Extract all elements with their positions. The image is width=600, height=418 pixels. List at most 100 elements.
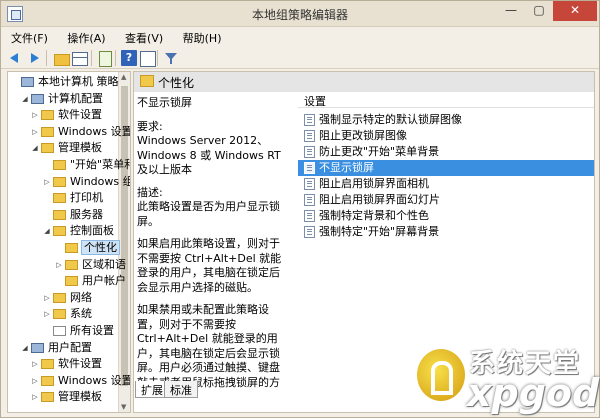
policy-setting-icon — [304, 162, 315, 174]
tree-node-label: 管理模板 — [58, 141, 102, 155]
tree-node[interactable]: ◢ 用户配置 — [20, 340, 92, 356]
site-watermark: 系统天堂 xpgod — [413, 341, 599, 417]
tree-node[interactable]: 本地计算机 策略 — [10, 74, 119, 90]
tree-node[interactable]: ▷ 网络 — [42, 290, 92, 306]
tree-node[interactable]: 个性化 — [54, 240, 120, 256]
setting-row[interactable]: 阻止启用锁屏界面幻灯片 — [298, 192, 594, 208]
tree-node[interactable]: 打印机 — [42, 190, 103, 206]
tree-expander-icon[interactable]: ▷ — [30, 356, 40, 372]
scroll-down-icon[interactable]: ▼ — [121, 403, 126, 411]
tree-expander-icon[interactable]: ▷ — [54, 257, 64, 273]
folder-icon — [41, 359, 54, 370]
disabled-explanation: 如果禁用或未配置此策略设置，则对于不需要按 Ctrl+Alt+Del 就能登录的… — [137, 303, 280, 388]
setting-row[interactable]: 防止更改"开始"菜单背景 — [298, 144, 594, 160]
computer-policy-icon — [21, 77, 34, 87]
tree-expander-icon[interactable]: ◢ — [20, 91, 30, 107]
toolbar-separator — [157, 50, 158, 66]
tree-node[interactable]: ▷ 管理模板 — [30, 389, 102, 405]
policy-setting-icon — [304, 226, 315, 238]
policy-setting-icon — [304, 210, 315, 222]
menu-bar: 文件(F) 操作(A) 查看(V) 帮助(H) — [1, 27, 599, 47]
filter-icon[interactable] — [163, 50, 179, 66]
setting-row[interactable]: 不显示锁屏 — [298, 160, 594, 176]
minimize-button[interactable]: — — [497, 1, 525, 21]
tree-node-label: 网络 — [70, 290, 92, 304]
tree-node-label: Windows 设置 — [58, 124, 131, 138]
folder-icon — [140, 75, 154, 87]
folder-icon — [53, 292, 66, 303]
folder-icon — [53, 160, 66, 170]
scroll-up-icon[interactable]: ▲ — [121, 73, 126, 81]
description-label: 描述: — [137, 185, 163, 199]
setting-row[interactable]: 强制显示特定的默认锁屏图像 — [298, 112, 594, 128]
tree-node-label: 软件设置 — [58, 108, 102, 122]
toolbar-separator — [46, 50, 47, 66]
tree-node[interactable]: ▷ 软件设置 — [30, 107, 102, 123]
help-icon[interactable]: ? — [121, 50, 137, 66]
tree-expander-icon[interactable]: ▷ — [30, 124, 40, 140]
tree-node-label: 软件设置 — [58, 357, 102, 371]
tree-node-label: Windows 组 — [70, 174, 131, 188]
tree-expander-icon[interactable]: ▷ — [42, 174, 52, 190]
up-one-level-icon[interactable] — [53, 50, 70, 66]
tree-node[interactable]: ▷ 软件设置 — [30, 356, 102, 372]
tree-expander-icon[interactable]: ◢ — [30, 140, 40, 156]
tree-expander-icon[interactable]: ▷ — [30, 389, 40, 405]
policy-tree-pane[interactable]: ▲ ▼ 本地计算机 策略 ◢ 计算机配置 ▷ 软件设置 ▷ Windows 设置 ◢ 管理模板 "… — [7, 71, 131, 413]
menu-view[interactable]: 查看(V) — [117, 27, 171, 47]
tree-expander-icon[interactable]: ▷ — [30, 373, 40, 389]
forward-arrow-icon[interactable] — [26, 50, 42, 66]
setting-row[interactable]: 阻止更改锁屏图像 — [298, 128, 594, 144]
tree-node[interactable]: 用户帐户 — [54, 273, 126, 289]
title-bar: 本地组策略编辑器 — ▢ ✕ — [1, 1, 599, 27]
description-setting-title: 不显示锁屏 — [137, 96, 192, 109]
tree-expander-icon[interactable]: ◢ — [20, 340, 30, 356]
tree-node[interactable]: 服务器 — [42, 207, 103, 223]
tree-expander-icon[interactable]: ▷ — [30, 107, 40, 123]
tab-standard[interactable]: 标准 — [164, 381, 198, 398]
show-hide-tree-icon[interactable] — [71, 50, 88, 66]
computer-policy-icon — [31, 93, 44, 104]
setting-row[interactable]: 强制特定"开始"屏幕背景 — [298, 224, 594, 240]
maximize-button[interactable]: ▢ — [525, 1, 553, 21]
tree-node[interactable]: ▷ Windows 组 — [42, 174, 131, 190]
tree-expander-icon[interactable]: ▷ — [42, 290, 52, 306]
setting-description: 不显示锁屏 要求: Windows Server 2012、Windows 8 … — [134, 92, 286, 388]
tree-node[interactable]: ▷ 系统 — [42, 306, 92, 322]
properties-icon[interactable] — [139, 50, 156, 67]
tree-node[interactable]: 所有设置 — [42, 323, 114, 339]
tree-expander-icon[interactable]: ◢ — [42, 223, 52, 239]
tree-node-label: 打印机 — [70, 191, 103, 205]
menu-action[interactable]: 操作(A) — [59, 27, 113, 47]
policy-setting-icon — [304, 178, 315, 190]
tree-node-label: 用户帐户 — [82, 274, 126, 288]
close-button[interactable]: ✕ — [553, 1, 597, 21]
setting-row-label: 阻止启用锁屏界面相机 — [319, 177, 429, 190]
export-list-icon[interactable] — [97, 50, 113, 67]
settings-rows: 强制显示特定的默认锁屏图像 阻止更改锁屏图像 防止更改"开始"菜单背景 不显示锁屏 阻止… — [298, 112, 594, 240]
tree-node[interactable]: ▷ 区域和语 — [54, 257, 126, 273]
tree-node[interactable]: ▷ Windows 设置 — [30, 373, 130, 389]
tree-expander-icon[interactable]: ▷ — [42, 306, 52, 322]
folder-icon — [53, 226, 66, 237]
tree-node[interactable]: ◢ 控制面板 — [42, 223, 114, 239]
folder-icon — [41, 143, 54, 154]
tree-node[interactable]: ▷ Windows 设置 — [30, 124, 131, 140]
settings-column-label: 设置 — [304, 95, 326, 108]
enabled-explanation: 如果启用此策略设置，则对于不需要按 Ctrl+Alt+Del 就能登录的用户，其… — [137, 237, 282, 294]
menu-file[interactable]: 文件(F) — [1, 27, 56, 47]
tree-node-label: "开始"菜单和 — [70, 158, 131, 171]
settings-column-header[interactable]: 设置 — [298, 90, 594, 108]
setting-row[interactable]: 强制特定背景和个性色 — [298, 208, 594, 224]
tree-node[interactable]: ◢ 计算机配置 — [20, 91, 103, 107]
back-arrow-icon[interactable] — [8, 50, 24, 66]
tree-node[interactable]: ◢ 管理模板 — [30, 140, 102, 156]
tree-node-label: 控制面板 — [70, 224, 114, 238]
watermark-en-text: xpgod — [467, 371, 600, 415]
menu-help[interactable]: 帮助(H) — [175, 27, 230, 47]
tree-node[interactable]: "开始"菜单和 — [42, 157, 131, 173]
tree-node-label: 本地计算机 策略 — [38, 75, 119, 88]
toolbar: ? — [1, 47, 599, 69]
setting-row[interactable]: 阻止启用锁屏界面相机 — [298, 176, 594, 192]
policy-setting-icon — [304, 114, 315, 126]
